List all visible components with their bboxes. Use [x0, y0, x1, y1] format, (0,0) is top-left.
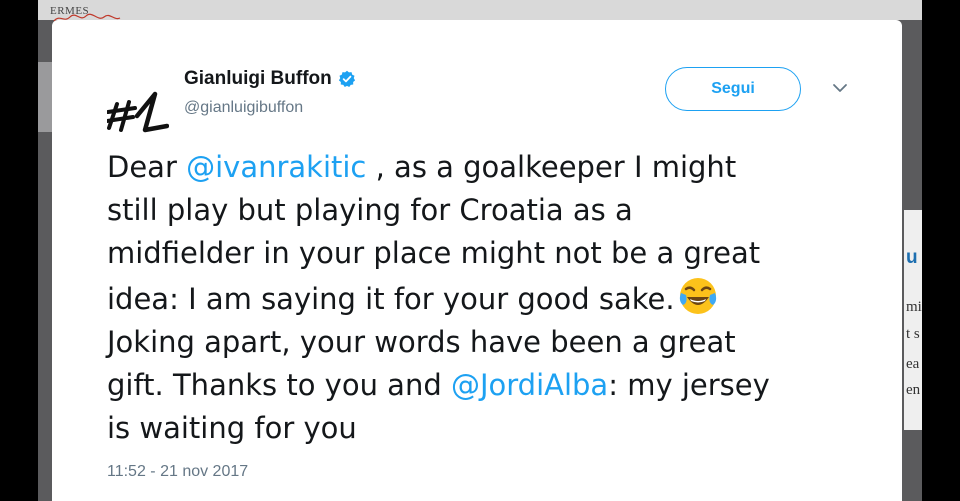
tweet-line: still play but playing for Croatia as a	[107, 193, 633, 227]
tweet-line: idea: I am saying it for your good sake.	[107, 278, 719, 316]
tweet-text-segment: , as a goalkeeper I might	[366, 150, 737, 184]
tweet-line: gift. Thanks to you and @JordiAlba: my j…	[107, 368, 770, 402]
tweet-line: Dear @ivanrakitic , as a goalkeeper I mi…	[107, 150, 736, 184]
tweet-line: Joking apart, your words have been a gre…	[107, 325, 736, 359]
verified-badge-icon	[338, 70, 355, 88]
background-screen: u mi t s ea en ERMES Gianluigi Buffon @g…	[38, 0, 922, 501]
author-name[interactable]: Gianluigi Buffon	[184, 68, 356, 90]
background-text-fragment: en	[906, 382, 921, 398]
mention-link[interactable]: @JordiAlba	[451, 368, 608, 402]
tweet-card: Gianluigi Buffon @gianluigibuffon Segui …	[52, 20, 902, 501]
tweet-timestamp[interactable]: 11:52 - 21 nov 2017	[107, 463, 248, 481]
face-with-tears-of-joy-emoji-icon	[679, 278, 716, 314]
tweet-text-segment: Joking apart, your words have been a gre…	[107, 325, 736, 359]
background-top-bar	[38, 0, 922, 20]
author-handle[interactable]: @gianluigibuffon	[184, 99, 303, 117]
mention-link[interactable]: @ivanrakitic	[186, 150, 366, 184]
tweet-text-segment: : my jersey	[608, 368, 770, 402]
tweet-line: midfielder in your place might not be a …	[107, 236, 760, 270]
author-name-text[interactable]: Gianluigi Buffon	[184, 68, 332, 90]
tweet-text-segment: Dear	[107, 150, 187, 184]
follow-button[interactable]: Segui	[665, 67, 801, 111]
tweet-text-segment: still play but playing for Croatia as a	[107, 193, 633, 227]
background-text-fragment: mi	[906, 299, 922, 315]
background-text-fragment: t s	[906, 326, 920, 342]
tweet-text-segment: gift. Thanks to you and	[107, 368, 451, 402]
number-one-signature-logo-icon	[107, 91, 169, 133]
tweet-line: is waiting for you	[107, 411, 357, 445]
background-text-fragment: ea	[906, 356, 920, 372]
background-text-fragment: u	[906, 247, 918, 268]
tweet-text-segment: is waiting for you	[107, 411, 357, 445]
tweet-text-segment: midfielder in your place might not be a …	[107, 236, 761, 270]
tweet-text: Dear @ivanrakitic , as a goalkeeper I mi…	[107, 146, 847, 450]
chevron-down-icon[interactable]	[832, 82, 848, 94]
tweet-text-segment: idea: I am saying it for your good sake.	[107, 282, 675, 316]
